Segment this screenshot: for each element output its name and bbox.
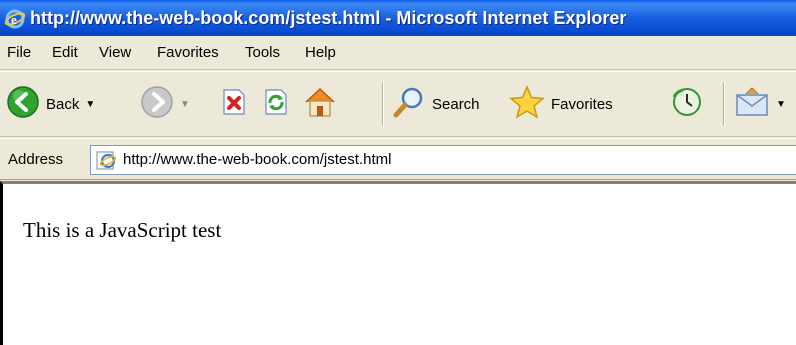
refresh-icon [261,87,291,122]
favorites-label: Favorites [551,95,613,113]
address-label: Address [8,151,64,168]
address-bar: Address http://www.the-web-book.com/jste… [0,138,796,180]
menu-favorites[interactable]: Favorites [157,44,219,61]
forward-button[interactable]: ▼ [140,81,190,127]
stop-icon [219,87,249,122]
menu-edit[interactable]: Edit [52,44,78,61]
ie-logo-icon: e [4,7,26,29]
favorites-icon [509,84,545,124]
stop-button[interactable] [219,81,249,127]
search-label: Search [432,95,480,113]
toolbar-separator [723,82,725,126]
search-icon [392,85,426,124]
page-content: This is a JavaScript test [0,181,796,345]
home-button[interactable] [302,81,338,127]
menu-view[interactable]: View [99,44,131,61]
home-icon [302,85,338,124]
favorites-button[interactable]: Favorites [509,81,613,127]
refresh-button[interactable] [261,81,291,127]
address-input[interactable]: http://www.the-web-book.com/jstest.html [90,145,796,175]
browser-window: e http://www.the-web-book.com/jstest.htm… [0,0,796,345]
menu-tools[interactable]: Tools [245,44,280,61]
forward-icon [140,85,174,124]
window-title: http://www.the-web-book.com/jstest.html … [30,7,627,28]
menu-help[interactable]: Help [305,44,336,61]
title-bar: e http://www.the-web-book.com/jstest.htm… [0,0,796,36]
standard-toolbar: Back ▼ ▼ Search Favorites ▼ [0,71,796,137]
svg-text:e: e [11,12,17,27]
mail-dropdown-icon[interactable]: ▼ [776,99,786,110]
search-button[interactable]: Search [392,81,480,127]
back-button[interactable]: Back ▼ [6,81,95,127]
page-text: This is a JavaScript test [23,218,222,242]
history-button[interactable] [669,81,705,127]
back-dropdown-icon[interactable]: ▼ [85,99,95,110]
mail-button[interactable]: ▼ [734,81,786,127]
address-url: http://www.the-web-book.com/jstest.html [123,151,392,168]
page-icon [95,149,117,171]
back-icon [6,85,40,124]
back-label: Back [46,95,80,113]
menu-file[interactable]: File [7,44,31,61]
menu-bar: File Edit View Favorites Tools Help [0,36,796,70]
toolbar-separator [382,82,384,126]
forward-dropdown-icon[interactable]: ▼ [180,99,190,110]
history-icon [669,85,705,124]
mail-icon [734,85,770,124]
